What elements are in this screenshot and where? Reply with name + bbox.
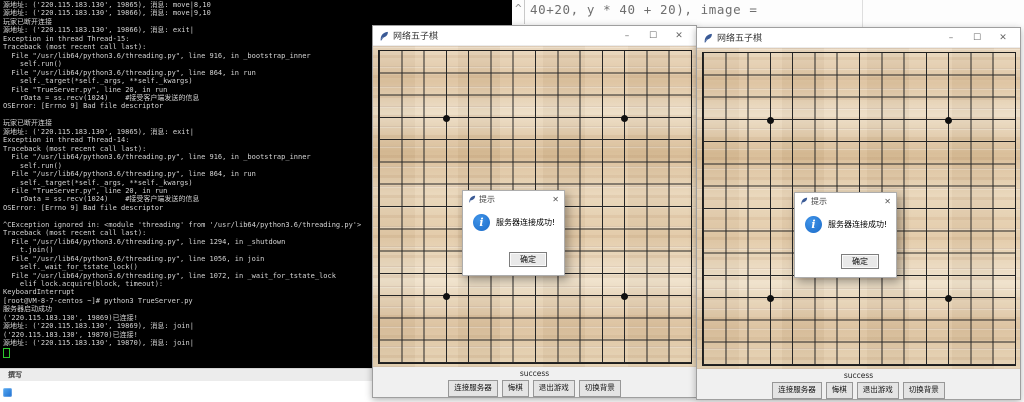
maximize-button[interactable]: ☐ — [966, 33, 988, 43]
message-dialog: 提示 ✕ i 服务器连接成功! 确定 — [462, 190, 565, 276]
editor-divider — [524, 0, 525, 24]
editor-divider — [862, 0, 863, 27]
gomoku-window-2: 网络五子棋 – ☐ ✕ success 连接服务器 悔棋 退出游戏 切换背景 提… — [696, 27, 1021, 400]
minimize-button[interactable]: – — [940, 33, 962, 43]
app-icon[interactable] — [3, 388, 12, 397]
dialog-message: 服务器连接成功! — [828, 219, 887, 230]
close-button[interactable]: ✕ — [668, 31, 690, 41]
star-point — [945, 117, 952, 124]
code-editor-strip: ^ 40+20, y * 40 + 20), image = — [512, 0, 1024, 27]
window-title: 网络五子棋 — [393, 29, 612, 42]
dialog-close-icon[interactable]: ✕ — [884, 197, 891, 206]
editor-caret: ^ — [515, 2, 522, 15]
message-dialog: 提示 ✕ i 服务器连接成功! 确定 — [794, 192, 897, 278]
star-point — [443, 293, 450, 300]
python-feather-icon — [703, 33, 713, 43]
status-text: success — [697, 369, 1020, 380]
compose-bar: 撰写 — [0, 368, 372, 381]
python-feather-icon — [379, 31, 389, 41]
star-point — [767, 295, 774, 302]
window-titlebar[interactable]: 网络五子棋 – ☐ ✕ — [373, 26, 696, 46]
bottom-panel: success 连接服务器 悔棋 退出游戏 切换背景 — [373, 367, 696, 397]
editor-code-text: 40+20, y * 40 + 20), image = — [530, 2, 758, 17]
minimize-button[interactable]: – — [616, 31, 638, 41]
python-feather-icon — [468, 195, 476, 203]
ok-button[interactable]: 确定 — [841, 254, 879, 269]
info-icon: i — [473, 214, 490, 231]
undo-move-button[interactable]: 悔棋 — [826, 382, 853, 399]
info-icon: i — [805, 216, 822, 233]
dialog-titlebar[interactable]: 提示 ✕ — [795, 193, 896, 209]
terminal-output: 源地址: ('220.115.183.130', 19865), 消息: mov… — [3, 1, 361, 348]
dialog-titlebar[interactable]: 提示 ✕ — [463, 191, 564, 207]
undo-move-button[interactable]: 悔棋 — [502, 380, 529, 397]
exit-game-button[interactable]: 退出游戏 — [857, 382, 899, 399]
star-point — [945, 295, 952, 302]
dialog-message: 服务器连接成功! — [496, 217, 555, 228]
dialog-title: 提示 — [479, 194, 549, 205]
window-titlebar[interactable]: 网络五子棋 – ☐ ✕ — [697, 28, 1020, 48]
maximize-button[interactable]: ☐ — [642, 31, 664, 41]
ok-button[interactable]: 确定 — [509, 252, 547, 267]
star-point — [767, 117, 774, 124]
exit-game-button[interactable]: 退出游戏 — [533, 380, 575, 397]
window-title: 网络五子棋 — [717, 31, 936, 44]
gomoku-window-1: 网络五子棋 – ☐ ✕ success 连接服务器 悔棋 退出游戏 切换背景 提… — [372, 25, 697, 398]
close-button[interactable]: ✕ — [992, 33, 1014, 43]
python-feather-icon — [800, 197, 808, 205]
connect-server-button[interactable]: 连接服务器 — [448, 380, 498, 397]
status-text: success — [373, 367, 696, 378]
star-point — [443, 115, 450, 122]
switch-background-button[interactable]: 切换背景 — [579, 380, 621, 397]
switch-background-button[interactable]: 切换背景 — [903, 382, 945, 399]
bottom-panel: success 连接服务器 悔棋 退出游戏 切换背景 — [697, 369, 1020, 399]
dialog-title: 提示 — [811, 196, 881, 207]
terminal-cursor — [3, 348, 10, 358]
connect-server-button[interactable]: 连接服务器 — [772, 382, 822, 399]
dialog-close-icon[interactable]: ✕ — [552, 195, 559, 204]
star-point — [621, 115, 628, 122]
star-point — [621, 293, 628, 300]
